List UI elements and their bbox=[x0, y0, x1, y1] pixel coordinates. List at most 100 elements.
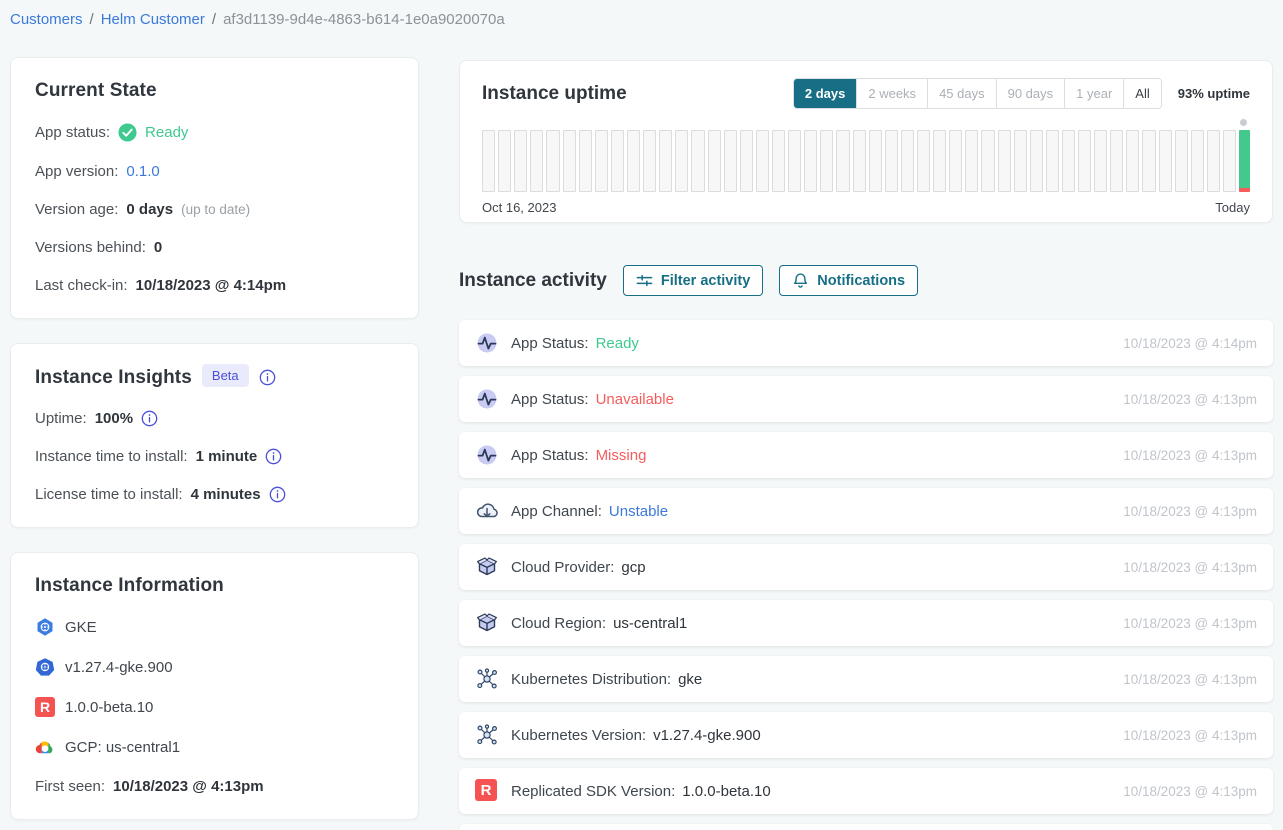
info-icon[interactable] bbox=[265, 448, 282, 465]
uptime-range-button[interactable]: 2 weeks bbox=[856, 79, 927, 108]
filter-activity-button[interactable]: Filter activity bbox=[623, 265, 763, 296]
breadcrumb: Customers / Helm Customer / af3d1139-9d4… bbox=[10, 11, 505, 28]
activity-row[interactable]: R Replicated SDK Version: 1.0.0-beta.10 … bbox=[459, 768, 1273, 814]
uptime-bar[interactable] bbox=[804, 130, 817, 192]
activity-row[interactable]: R App Channel: Unstable 10/18/2023 @ 4:1… bbox=[459, 488, 1273, 534]
notifications-button[interactable]: Notifications bbox=[779, 265, 918, 296]
uptime-bar[interactable] bbox=[498, 130, 511, 192]
activity-row[interactable]: R Cloud Provider: gcp 10/18/2023 @ 4:13p… bbox=[459, 544, 1273, 590]
uptime-bar[interactable] bbox=[1126, 130, 1139, 192]
uptime-range-button[interactable]: 45 days bbox=[927, 79, 996, 108]
uptime-bar[interactable] bbox=[756, 130, 769, 192]
uptime-bar[interactable] bbox=[514, 130, 527, 192]
uptime-bar[interactable] bbox=[643, 130, 656, 192]
uptime-bar[interactable] bbox=[1207, 130, 1220, 192]
uptime-bar[interactable] bbox=[933, 130, 946, 192]
uptime-bar[interactable] bbox=[949, 130, 962, 192]
activity-row[interactable]: R Kubernetes Version: v1.27.4-gke.900 10… bbox=[459, 712, 1273, 758]
uptime-bar[interactable] bbox=[1110, 130, 1123, 192]
uptime-bar[interactable] bbox=[1046, 130, 1059, 192]
version-age-row: Version age: 0 days (up to date) bbox=[35, 201, 394, 218]
info-icon[interactable] bbox=[269, 486, 286, 503]
last-checkin-row: Last check-in: 10/18/2023 @ 4:14pm bbox=[35, 277, 394, 294]
activity-row-label: Cloud Region: bbox=[511, 615, 606, 632]
instance-uptime-title: Instance uptime bbox=[482, 83, 627, 105]
uptime-bar[interactable] bbox=[772, 130, 785, 192]
uptime-range-button[interactable]: All bbox=[1123, 79, 1160, 108]
uptime-bar[interactable] bbox=[981, 130, 994, 192]
uptime-insight-row: Uptime: 100% bbox=[35, 410, 394, 427]
uptime-range-button[interactable]: 90 days bbox=[996, 79, 1065, 108]
activity-row-value: gcp bbox=[621, 559, 645, 576]
uptime-bar[interactable] bbox=[853, 130, 866, 192]
replicated-icon: R bbox=[35, 697, 55, 717]
uptime-bar-current[interactable] bbox=[1239, 130, 1250, 192]
breadcrumb-link-customers[interactable]: Customers bbox=[10, 11, 83, 28]
instance-install-row: Instance time to install: 1 minute bbox=[35, 448, 394, 465]
uptime-insight-label: Uptime: bbox=[35, 410, 87, 427]
activity-row-value: Ready bbox=[596, 335, 639, 352]
replicated-icon: R bbox=[475, 779, 499, 803]
uptime-bar[interactable] bbox=[917, 130, 930, 192]
uptime-bar[interactable] bbox=[965, 130, 978, 192]
uptime-bar[interactable] bbox=[1062, 130, 1075, 192]
info-icon[interactable] bbox=[141, 410, 158, 427]
uptime-bar[interactable] bbox=[530, 130, 543, 192]
activity-row[interactable]: R App Status: Ready 10/18/2023 @ 4:14pm bbox=[459, 320, 1273, 366]
uptime-bar[interactable] bbox=[691, 130, 704, 192]
uptime-range-button[interactable]: 1 year bbox=[1064, 79, 1123, 108]
uptime-bar[interactable] bbox=[627, 130, 640, 192]
info-item-text: GKE bbox=[65, 619, 97, 636]
uptime-bar[interactable] bbox=[1191, 130, 1204, 192]
activity-row[interactable]: R Cloud Region: us-central1 10/18/2023 @… bbox=[459, 600, 1273, 646]
instance-activity-list: R App Status: Ready 10/18/2023 @ 4:14pm … bbox=[459, 320, 1273, 830]
uptime-bar[interactable] bbox=[740, 130, 753, 192]
uptime-bar[interactable] bbox=[1142, 130, 1155, 192]
breadcrumb-instance-id: af3d1139-9d4e-4863-b614-1e0a9020070a bbox=[223, 11, 505, 28]
activity-row-label: Replicated SDK Version: bbox=[511, 783, 675, 800]
uptime-bar[interactable] bbox=[869, 130, 882, 192]
uptime-bar[interactable] bbox=[563, 130, 576, 192]
activity-row[interactable]: R App Status: Unavailable 10/18/2023 @ 4… bbox=[459, 376, 1273, 422]
uptime-bar[interactable] bbox=[595, 130, 608, 192]
package-icon: R bbox=[475, 555, 499, 579]
uptime-bar[interactable] bbox=[482, 130, 495, 192]
uptime-bar[interactable] bbox=[611, 130, 624, 192]
uptime-bar[interactable] bbox=[659, 130, 672, 192]
uptime-bar[interactable] bbox=[836, 130, 849, 192]
app-version-link[interactable]: 0.1.0 bbox=[126, 163, 159, 180]
first-seen-row: First seen: 10/18/2023 @ 4:13pm bbox=[35, 778, 394, 795]
uptime-bar[interactable] bbox=[1030, 130, 1043, 192]
instance-information-title: Instance Information bbox=[35, 575, 394, 597]
uptime-range-button[interactable]: 2 days bbox=[794, 79, 856, 108]
activity-row[interactable]: R App Status: Missing 10/18/2023 @ 4:13p… bbox=[459, 432, 1273, 478]
info-icon[interactable] bbox=[259, 369, 276, 386]
uptime-bar[interactable] bbox=[901, 130, 914, 192]
instance-insights-card: Instance Insights Beta Uptime: 100% Inst… bbox=[10, 343, 419, 528]
uptime-bar[interactable] bbox=[546, 130, 559, 192]
activity-row-timestamp: 10/18/2023 @ 4:14pm bbox=[1123, 336, 1257, 351]
uptime-range-group: 2 days2 weeks45 days90 days1 yearAll bbox=[793, 78, 1162, 109]
activity-row-label: App Status: bbox=[511, 447, 589, 464]
uptime-bar[interactable] bbox=[1078, 130, 1091, 192]
activity-row[interactable]: R Kubernetes Distribution: gke 10/18/202… bbox=[459, 656, 1273, 702]
breadcrumb-separator: / bbox=[212, 11, 216, 28]
uptime-bar[interactable] bbox=[579, 130, 592, 192]
uptime-bar[interactable] bbox=[1094, 130, 1107, 192]
instance-information-card: Instance Information GKE v1.27.4-gke.900… bbox=[10, 552, 419, 820]
activity-row-partial[interactable] bbox=[459, 824, 1273, 830]
uptime-bar[interactable] bbox=[1223, 130, 1236, 192]
activity-row-value: 1.0.0-beta.10 bbox=[682, 783, 770, 800]
uptime-bar[interactable] bbox=[1175, 130, 1188, 192]
uptime-bar[interactable] bbox=[708, 130, 721, 192]
uptime-bar[interactable] bbox=[998, 130, 1011, 192]
uptime-bar[interactable] bbox=[1159, 130, 1172, 192]
uptime-bar[interactable] bbox=[675, 130, 688, 192]
uptime-bar[interactable] bbox=[885, 130, 898, 192]
uptime-bar[interactable] bbox=[724, 130, 737, 192]
uptime-bar[interactable] bbox=[1014, 130, 1027, 192]
uptime-bar[interactable] bbox=[820, 130, 833, 192]
uptime-bar[interactable] bbox=[788, 130, 801, 192]
breadcrumb-link-helm-customer[interactable]: Helm Customer bbox=[101, 11, 205, 28]
activity-row-timestamp: 10/18/2023 @ 4:13pm bbox=[1123, 560, 1257, 575]
